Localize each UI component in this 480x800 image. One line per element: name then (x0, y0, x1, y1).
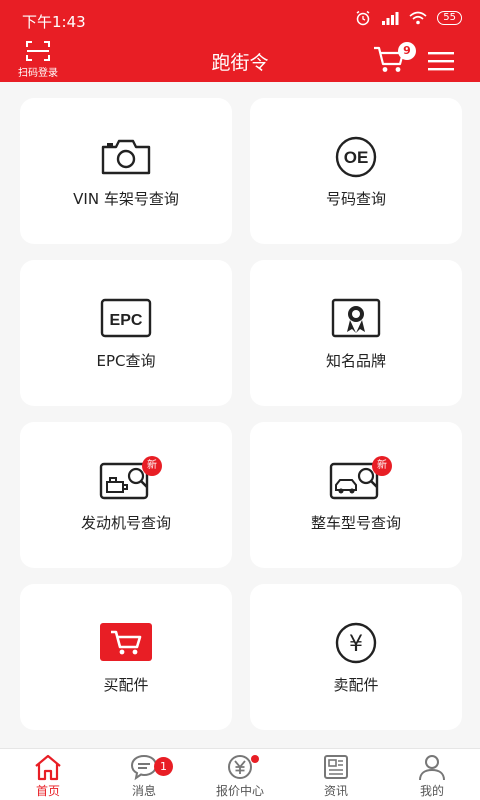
shopping-cart-icon (100, 623, 152, 661)
alarm-icon (356, 10, 370, 26)
quote-center-dot (251, 755, 259, 763)
messages-count-badge: 1 (154, 757, 173, 776)
card-icon-wrap (20, 136, 232, 178)
tab-label: 首页 (35, 784, 60, 798)
buy-parts-card[interactable]: 买配件 (20, 584, 232, 730)
battery-indicator: 55 (437, 11, 462, 25)
news-icon (324, 755, 348, 779)
card-icon-wrap (20, 622, 232, 664)
card-icon-wrap (250, 460, 462, 502)
tab-news[interactable]: 资讯 (288, 749, 384, 800)
bottom-tab-bar: 首页 1 消息 报价中心 资讯 我的 (0, 748, 480, 800)
new-badge: 新 (372, 456, 392, 476)
award-badge-icon (331, 298, 381, 338)
number-query-card[interactable]: OE 号码查询 (250, 98, 462, 244)
card-label: 整车型号查询 (310, 514, 401, 532)
home-icon (35, 754, 61, 781)
card-label: 知名品牌 (325, 352, 386, 370)
tab-profile[interactable]: 我的 (384, 749, 480, 800)
status-bar: 下午1:43 55 (0, 0, 480, 38)
engine-query-card[interactable]: 新 发动机号查询 (20, 422, 232, 568)
tab-quote-center[interactable]: 报价中心 (192, 749, 288, 800)
card-icon-wrap (20, 460, 232, 502)
epc-query-card[interactable]: EPC EPC查询 (20, 260, 232, 406)
camera-icon (101, 139, 151, 175)
oe-icon: OE (335, 136, 377, 178)
oe-icon-text: OE (344, 148, 369, 167)
epc-icon-text: EPC (110, 312, 143, 329)
tab-label: 资讯 (323, 784, 348, 798)
hamburger-menu-icon (428, 52, 454, 71)
card-label: 发动机号查询 (80, 514, 171, 532)
vin-query-card[interactable]: VIN 车架号查询 (20, 98, 232, 244)
menu-button[interactable] (427, 50, 455, 72)
vehicle-model-query-card[interactable]: 新 整车型号查询 (250, 422, 462, 568)
tab-label: 消息 (131, 784, 156, 798)
new-badge: 新 (142, 456, 162, 476)
famous-brands-card[interactable]: 知名品牌 (250, 260, 462, 406)
signal-icon (382, 12, 399, 25)
card-icon-wrap (250, 298, 462, 340)
card-label: 卖配件 (333, 676, 379, 694)
tab-home[interactable]: 首页 (0, 749, 96, 800)
cart-button[interactable]: 9 (372, 42, 416, 78)
sell-parts-card[interactable]: ¥ 卖配件 (250, 584, 462, 730)
tab-label: 报价中心 (215, 784, 264, 798)
profile-icon (419, 755, 445, 781)
card-label: EPC查询 (96, 352, 156, 370)
card-label: VIN 车架号查询 (73, 190, 179, 208)
card-icon-wrap: EPC (20, 298, 232, 340)
status-icons: 55 (355, 10, 462, 26)
tab-messages[interactable]: 1 消息 (96, 749, 192, 800)
yen-icon-text: ¥ (349, 632, 363, 657)
card-label: 号码查询 (325, 190, 386, 208)
cart-count-badge: 9 (398, 42, 416, 60)
yen-icon: ¥ (335, 622, 377, 664)
card-icon-wrap: OE (250, 136, 462, 178)
app-header: 扫码登录 跑街令 9 (0, 38, 480, 82)
tab-label: 我的 (419, 784, 444, 798)
card-label: 买配件 (103, 676, 149, 694)
epc-icon: EPC (100, 298, 152, 338)
wifi-icon (409, 11, 427, 25)
card-icon-wrap: ¥ (250, 622, 462, 664)
status-time: 下午1:43 (22, 13, 86, 31)
